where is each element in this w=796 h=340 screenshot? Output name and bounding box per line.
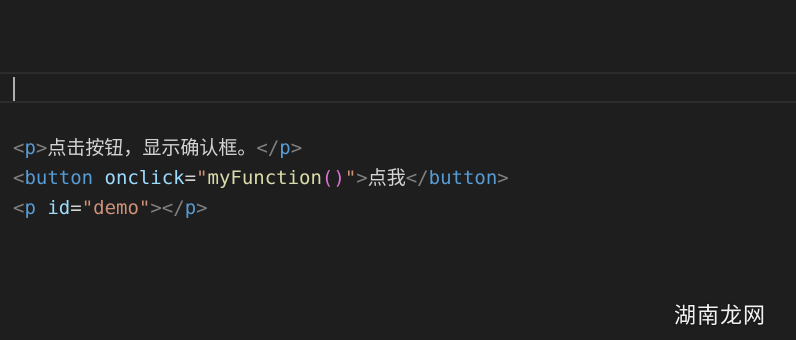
bracket-open: < xyxy=(13,137,25,159)
bracket-end: > xyxy=(356,167,368,189)
code-line-paragraph[interactable]: <p>点击按钮，显示确认框。</p> xyxy=(13,133,302,163)
code-editor[interactable]: <p>点击按钮，显示确认框。</p> <button onclick="myFu… xyxy=(0,0,796,340)
bracket-open: < xyxy=(13,197,25,219)
text-content: 点我 xyxy=(367,167,406,189)
tag-name-close: p xyxy=(184,197,197,219)
code-line-demo-paragraph[interactable]: <p id="demo"></p> xyxy=(13,193,208,223)
bracket-close-end: > xyxy=(290,137,303,159)
bracket-close-open: </ xyxy=(405,167,429,189)
current-line-highlight xyxy=(0,72,796,103)
bracket-close-open: </ xyxy=(161,197,185,219)
tag-name: button xyxy=(24,167,94,189)
attribute-value: "demo" xyxy=(81,197,151,219)
tag-name-close: button xyxy=(428,167,498,189)
text-content: 点击按钮，显示确认框。 xyxy=(47,137,257,159)
equals-sign: = xyxy=(184,167,197,189)
function-name: myFunction xyxy=(207,167,322,189)
tag-name-close: p xyxy=(279,137,291,159)
function-parens: () xyxy=(321,167,345,189)
text-cursor xyxy=(13,77,15,101)
watermark: 湖南龙网 xyxy=(673,304,766,329)
bracket-end: > xyxy=(150,197,162,219)
tag-name: p xyxy=(24,137,36,159)
bracket-close-end: > xyxy=(196,197,208,219)
bracket-close-end: > xyxy=(497,167,509,189)
code-line-button[interactable]: <button onclick="myFunction()">点我</butto… xyxy=(13,163,509,193)
attribute-name: onclick xyxy=(104,167,185,189)
bracket-close-open: </ xyxy=(256,137,280,159)
bracket-end: > xyxy=(35,137,48,159)
attribute-name: id xyxy=(47,197,71,219)
bracket-open: < xyxy=(13,167,25,189)
equals-sign: = xyxy=(70,197,82,219)
quote-open: " xyxy=(196,167,208,189)
tag-name: p xyxy=(24,197,36,219)
quote-close: " xyxy=(344,167,357,189)
